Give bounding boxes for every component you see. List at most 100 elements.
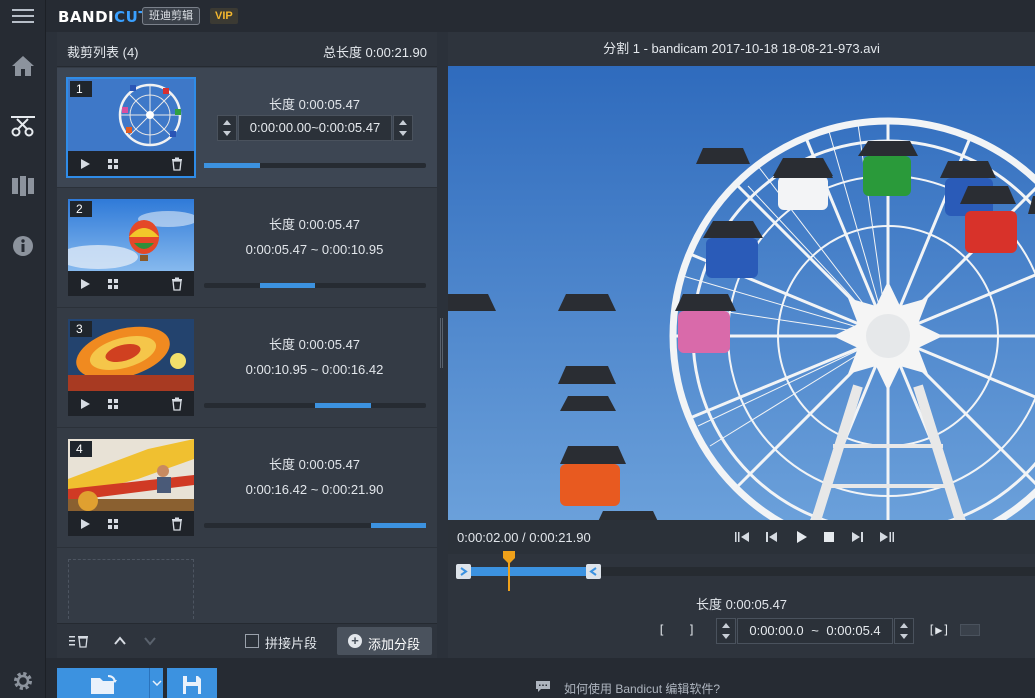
start-time-stepper[interactable] <box>217 115 237 141</box>
vip-badge[interactable]: VIP <box>210 8 238 24</box>
merge-segments-label[interactable]: 拼接片段 <box>265 633 317 652</box>
app-logo: BANDICUT <box>58 8 150 26</box>
app-subtitle: 班迪剪辑 <box>142 7 200 25</box>
info-icon <box>13 236 33 256</box>
grid-icon[interactable] <box>106 397 120 411</box>
home-icon <box>12 56 34 76</box>
help-text: 如何使用 Bandicut 编辑软件? <box>564 682 721 696</box>
add-segment-label: 添加分段 <box>368 637 421 652</box>
panel-splitter[interactable] <box>440 318 443 368</box>
trash-icon[interactable] <box>170 277 184 291</box>
end-time-stepper[interactable] <box>393 115 413 141</box>
segment-length: 长度 0:00:05.47 <box>268 97 361 112</box>
cut-list-footer: 拼接片段 + 添加分段 <box>57 623 437 658</box>
selection-end-handle[interactable] <box>585 564 601 579</box>
trash-icon[interactable] <box>170 517 184 531</box>
total-length: 总长度 0:00:21.90 <box>322 45 427 60</box>
segment-range-editor: 0:00:00.00~0:00:05.47 <box>217 115 413 141</box>
play-selection-button[interactable]: [▶] <box>928 623 958 637</box>
segment-range: 0:00:05.47 ~ 0:00:10.95 <box>245 242 384 257</box>
nav-join[interactable] <box>0 166 46 206</box>
grid-icon[interactable] <box>106 157 120 171</box>
grid-icon[interactable] <box>106 517 120 531</box>
play-icon[interactable] <box>78 277 92 291</box>
segment-number: 4 <box>70 441 92 457</box>
segment-thumbnail[interactable]: 3 <box>68 319 194 416</box>
play-icon[interactable] <box>78 157 92 171</box>
thumbnail-toolbar <box>68 511 194 536</box>
help-link[interactable]: 如何使用 Bandicut 编辑软件? <box>536 680 720 697</box>
segment-item[interactable]: 1 长度 0:00:05.47 0:00:00.00~0:00:05.47 <box>57 68 437 188</box>
empty-segment-slot <box>68 559 194 619</box>
playback-controls: 0:00:02.00 / 0:00:21.90 <box>448 520 1035 554</box>
cut-icon <box>11 116 35 137</box>
end-time-stepper[interactable] <box>894 618 914 644</box>
video-frame[interactable] <box>448 66 1035 546</box>
start-time-stepper[interactable] <box>716 618 736 644</box>
chevron-left-icon <box>589 567 597 576</box>
cut-list-header: 裁剪列表 (4) 总长度 0:00:21.90 <box>57 32 437 67</box>
segment-item[interactable]: 4 长度 0:00:05.47 0:00:16.42 ~ 0:00:21.90 <box>57 428 437 548</box>
prev-segment-icon[interactable] <box>734 529 750 545</box>
segment-number: 2 <box>70 201 92 217</box>
nav-cut[interactable] <box>0 106 46 146</box>
segment-progress <box>204 163 426 168</box>
segment-thumbnail[interactable]: 4 <box>68 439 194 536</box>
trash-icon[interactable] <box>170 157 184 171</box>
chevron-down-icon <box>152 680 162 686</box>
merge-segments-checkbox[interactable] <box>245 634 259 648</box>
open-file-button[interactable] <box>57 668 149 698</box>
segment-progress <box>204 523 426 528</box>
selection-start-handle[interactable] <box>456 564 471 579</box>
preview-panel: 分割 1 - bandicam 2017-10-18 18-08-21-973.… <box>448 32 1035 658</box>
grid-icon[interactable] <box>106 277 120 291</box>
segment-thumbnail[interactable]: 1 <box>66 77 196 178</box>
play-icon[interactable] <box>793 529 809 545</box>
playhead[interactable] <box>502 551 516 591</box>
prev-frame-icon[interactable] <box>763 529 779 545</box>
timeline[interactable] <box>456 551 1035 591</box>
thumbnail-toolbar <box>68 391 194 416</box>
chevron-right-icon <box>460 567 468 576</box>
segment-item[interactable]: 3 长度 0:00:05.47 0:00:10.95 ~ 0:00:16.42 <box>57 308 437 428</box>
segment-thumbnail[interactable]: 2 <box>68 199 194 296</box>
segment-range: 0:00:10.95 ~ 0:00:16.42 <box>245 362 384 377</box>
next-segment-icon[interactable] <box>879 529 895 545</box>
segment-range-field[interactable]: 0:00:00.00~0:00:05.47 <box>238 115 392 141</box>
move-down-icon[interactable] <box>143 634 157 648</box>
open-options-dropdown[interactable] <box>149 668 163 698</box>
plus-circle-icon: + <box>348 634 362 648</box>
selection-range-field[interactable]: 0:00:00.0 ~ 0:00:05.4 <box>737 618 893 644</box>
stop-icon[interactable] <box>821 529 837 545</box>
chat-icon <box>536 681 550 692</box>
trash-icon[interactable] <box>170 397 184 411</box>
save-icon <box>183 676 201 694</box>
nav-home[interactable] <box>0 46 46 86</box>
menu-icon <box>12 9 34 23</box>
menu-button[interactable] <box>0 0 46 32</box>
titlebar: BANDICUT 班迪剪辑 VIP <box>46 0 1035 32</box>
cut-list-title: 裁剪列表 (4) <box>67 45 139 60</box>
segment-progress <box>204 283 426 288</box>
segment-range: 0:00:16.42 ~ 0:00:21.90 <box>245 482 384 497</box>
cut-list-panel: 裁剪列表 (4) 总长度 0:00:21.90 1 长度 0:00:05.47 <box>57 32 437 658</box>
play-icon[interactable] <box>78 397 92 411</box>
nav-info[interactable] <box>0 226 46 266</box>
move-up-icon[interactable] <box>113 634 127 648</box>
mark-out-button[interactable]: ] <box>688 623 702 637</box>
loop-toggle[interactable] <box>960 624 980 636</box>
mark-in-button[interactable]: [ <box>658 623 672 637</box>
save-button[interactable] <box>167 668 217 698</box>
play-icon[interactable] <box>78 517 92 531</box>
selection-length: 长度 0:00:05.47 <box>695 597 788 612</box>
delete-all-icon[interactable] <box>69 634 91 648</box>
nav-settings[interactable] <box>0 664 46 698</box>
thumbnail-toolbar <box>68 151 194 176</box>
segment-progress <box>204 403 426 408</box>
segment-item[interactable]: 2 长度 0:00:05.47 0:00:05.47 ~ 0:00:10.95 <box>57 188 437 308</box>
time-readout: 0:00:02.00 / 0:00:21.90 <box>457 530 591 545</box>
add-segment-button[interactable]: + 添加分段 <box>337 627 432 655</box>
next-frame-icon[interactable] <box>850 529 866 545</box>
segment-length: 长度 0:00:05.47 <box>268 457 361 472</box>
join-icon <box>12 176 34 196</box>
